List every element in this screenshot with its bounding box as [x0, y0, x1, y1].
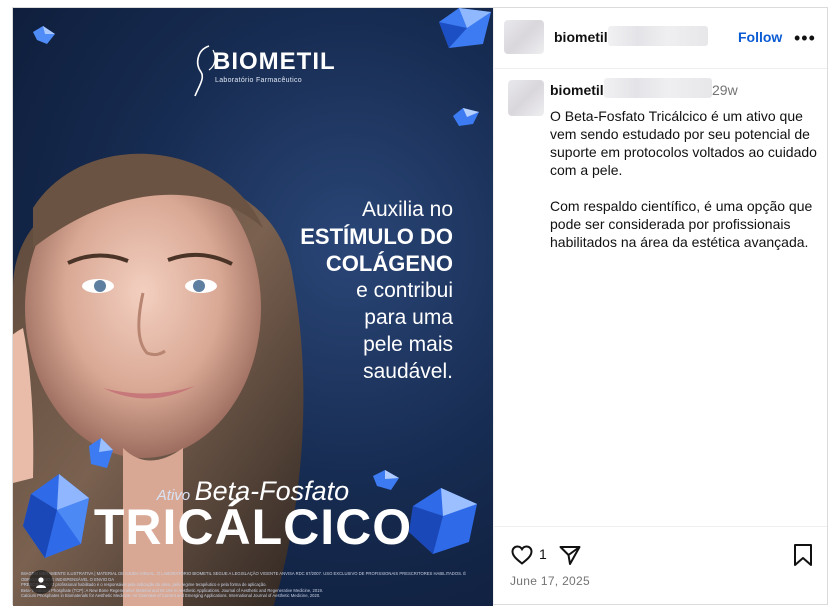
brand-logo: BIOMETIL Laboratório Farmacêutico: [191, 44, 335, 100]
brand-subtitle: Laboratório Farmacêutico: [215, 77, 302, 84]
username-redaction: [608, 26, 708, 46]
caption-paragraph: O Beta-Fosfato Tricálcico é um ativo que…: [550, 108, 817, 178]
avatar[interactable]: [504, 20, 544, 54]
headline-line: e contribui: [356, 279, 453, 302]
headline-line: para uma: [364, 306, 453, 329]
caption-username[interactable]: biometil: [550, 82, 604, 98]
ad-headline: Auxilia no ESTÍMULO DO COLÁGENO e contri…: [253, 196, 453, 385]
header-username[interactable]: biometil: [554, 29, 608, 45]
caption-avatar[interactable]: [508, 80, 544, 116]
headline-line: COLÁGENO: [325, 251, 453, 276]
post-age[interactable]: 29w: [712, 82, 738, 98]
crystal-top-left: [33, 26, 55, 44]
bookmark-icon[interactable]: [792, 543, 814, 567]
user-tag-icon: [36, 577, 46, 588]
brand-name: BIOMETIL: [213, 48, 336, 75]
action-bar: 1 June 17, 2025: [494, 526, 827, 605]
crystal-mid-left: [89, 438, 113, 468]
crystal-top-right: [439, 8, 491, 48]
caption-paragraph: Com respaldo científico, é uma opção que…: [550, 198, 813, 250]
post-side-panel: biometil Follow ••• biometil 29w O Beta-…: [493, 8, 827, 604]
post-container: BIOMETIL Laboratório Farmacêutico Auxili…: [12, 7, 828, 606]
more-options-icon[interactable]: •••: [794, 28, 816, 49]
post-image[interactable]: BIOMETIL Laboratório Farmacêutico Auxili…: [13, 8, 493, 606]
headline-line: ESTÍMULO DO: [300, 224, 453, 249]
caption-username-redaction: [604, 78, 712, 98]
tagged-users-button[interactable]: [29, 570, 53, 594]
heart-icon[interactable]: [510, 543, 534, 567]
post-header: biometil Follow •••: [494, 8, 827, 69]
headline-line: Auxilia no: [361, 198, 453, 221]
product-title: TRICÁLCICO: [93, 499, 413, 555]
headline-line: pele mais: [363, 333, 453, 356]
post-date[interactable]: June 17, 2025: [510, 574, 590, 588]
fineprint-line: IMAGEM MERAMENTE ILUSTRATIVA | MATERIAL …: [21, 571, 466, 582]
headline-line: saudável.: [363, 360, 453, 383]
legal-fineprint: IMAGEM MERAMENTE ILUSTRATIVA | MATERIAL …: [21, 571, 485, 599]
crystal-small-right: [453, 108, 479, 126]
caption-text: O Beta-Fosfato Tricálcico é um ativo que…: [550, 107, 818, 269]
paper-plane-icon[interactable]: [558, 543, 582, 567]
like-count[interactable]: 1: [539, 546, 547, 562]
follow-button[interactable]: Follow: [738, 29, 782, 45]
fineprint-line: Calcium Phosphates in Biomaterials for A…: [21, 593, 321, 598]
